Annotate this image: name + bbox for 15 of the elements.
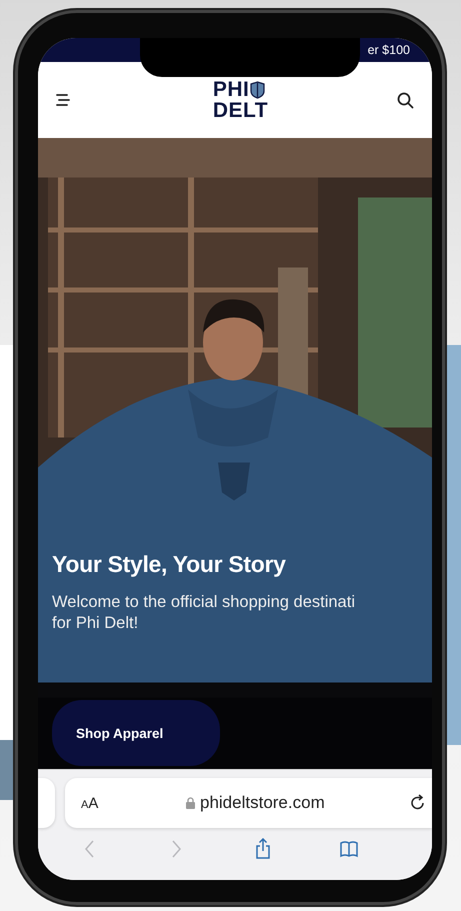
announcement-text: er $100 [368, 43, 410, 57]
lock-icon [186, 797, 195, 809]
menu-icon[interactable] [56, 93, 70, 107]
search-icon[interactable] [397, 92, 414, 108]
hero-heading: Your Style, Your Story [52, 551, 286, 578]
logo-text[interactable]: PHI [212, 79, 250, 100]
text-size-button[interactable]: AA [81, 794, 186, 812]
hero-text: for Phi Delt! [52, 613, 138, 634]
reload-icon[interactable] [410, 794, 426, 812]
url-text[interactable]: phideltstore.com [200, 793, 325, 813]
address-bar[interactable]: AA phideltstore.com [65, 778, 432, 828]
hero-text: Welcome to the official shopping destinati [52, 592, 355, 613]
shield-icon [250, 80, 266, 98]
logo-text[interactable]: DELT [212, 100, 268, 121]
shop-apparel-button[interactable]: Shop Apparel [52, 700, 220, 766]
